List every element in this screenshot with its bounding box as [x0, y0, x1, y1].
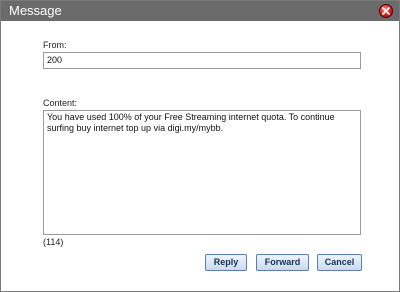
from-label: From:: [43, 40, 67, 50]
close-icon[interactable]: [379, 4, 393, 18]
cancel-button[interactable]: Cancel: [317, 254, 362, 271]
forward-button[interactable]: Forward: [256, 254, 309, 271]
character-count: (114): [43, 237, 64, 247]
dialog-title: Message: [9, 3, 62, 18]
content-label: Content:: [43, 98, 78, 108]
from-field[interactable]: 200: [43, 52, 361, 69]
message-dialog: Message From: 200 Content: You have used…: [0, 0, 400, 292]
reply-button[interactable]: Reply: [205, 254, 247, 271]
content-textarea[interactable]: You have used 100% of your Free Streamin…: [43, 110, 361, 235]
title-bar[interactable]: Message: [1, 1, 399, 21]
